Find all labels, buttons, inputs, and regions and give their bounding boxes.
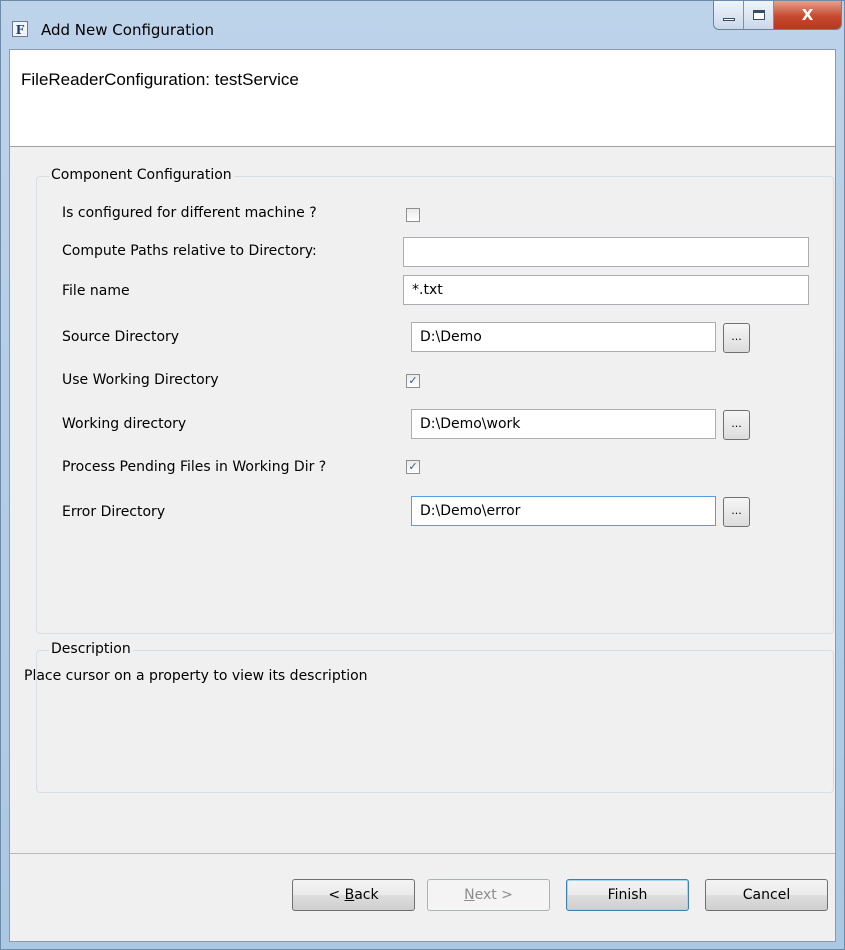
error-directory-label: Error Directory	[62, 504, 166, 520]
description-text: Place cursor on a property to view its d…	[24, 668, 368, 684]
minimize-button[interactable]	[714, 1, 744, 29]
back-button-suffix: ack	[354, 887, 379, 903]
close-button[interactable]: X	[774, 1, 841, 29]
relative-directory-input[interactable]	[403, 237, 809, 267]
source-directory-browse-button[interactable]: ...	[723, 323, 750, 353]
different-machine-checkbox[interactable]	[406, 208, 420, 222]
different-machine-label: Is configured for different machine ?	[62, 205, 317, 221]
back-button-prefix: <	[328, 887, 345, 903]
caption-buttons: X	[713, 1, 842, 30]
error-directory-browse-button[interactable]: ...	[723, 497, 750, 527]
back-button[interactable]: < Back	[292, 879, 415, 911]
cancel-button[interactable]: Cancel	[705, 879, 828, 911]
dialog-window: F Add New Configuration X FileReaderConf…	[0, 0, 845, 950]
component-configuration-legend: Component Configuration	[49, 167, 234, 183]
title-bar[interactable]: F Add New Configuration X	[1, 1, 844, 49]
file-name-input[interactable]	[403, 275, 809, 305]
error-directory-input[interactable]	[411, 496, 716, 526]
next-button-suffix: ext >	[474, 887, 513, 903]
process-pending-files-check-mark: ✓	[408, 460, 418, 473]
finish-button[interactable]: Finish	[566, 879, 689, 911]
dialog-client-area: FileReaderConfiguration: testService Com…	[9, 49, 836, 942]
use-working-directory-label: Use Working Directory	[62, 372, 219, 388]
source-directory-label: Source Directory	[62, 329, 180, 345]
source-directory-input[interactable]	[411, 322, 716, 352]
process-pending-files-checkbox[interactable]: ✓	[406, 460, 420, 474]
process-pending-files-label: Process Pending Files in Working Dir ?	[62, 459, 327, 475]
use-working-directory-check-mark: ✓	[408, 374, 418, 387]
working-directory-label: Working directory	[62, 416, 187, 432]
working-directory-input[interactable]	[411, 409, 716, 439]
next-button: Next >	[427, 879, 550, 911]
relative-directory-label: Compute Paths relative to Directory:	[62, 243, 317, 259]
next-button-mnemonic: N	[464, 887, 475, 903]
file-name-label: File name	[62, 283, 130, 299]
window-title: Add New Configuration	[41, 21, 215, 39]
description-legend: Description	[49, 641, 133, 657]
working-directory-browse-button[interactable]: ...	[723, 410, 750, 440]
use-working-directory-checkbox[interactable]: ✓	[406, 374, 420, 388]
minimize-icon	[722, 17, 735, 21]
app-icon: F	[12, 21, 28, 37]
close-icon: X	[801, 6, 814, 24]
back-button-mnemonic: B	[344, 887, 355, 903]
page-title: FileReaderConfiguration: testService	[21, 70, 299, 89]
maximize-icon	[752, 10, 765, 20]
button-bar-separator	[10, 853, 835, 854]
wizard-banner: FileReaderConfiguration: testService	[10, 50, 835, 147]
maximize-button[interactable]	[744, 1, 774, 29]
